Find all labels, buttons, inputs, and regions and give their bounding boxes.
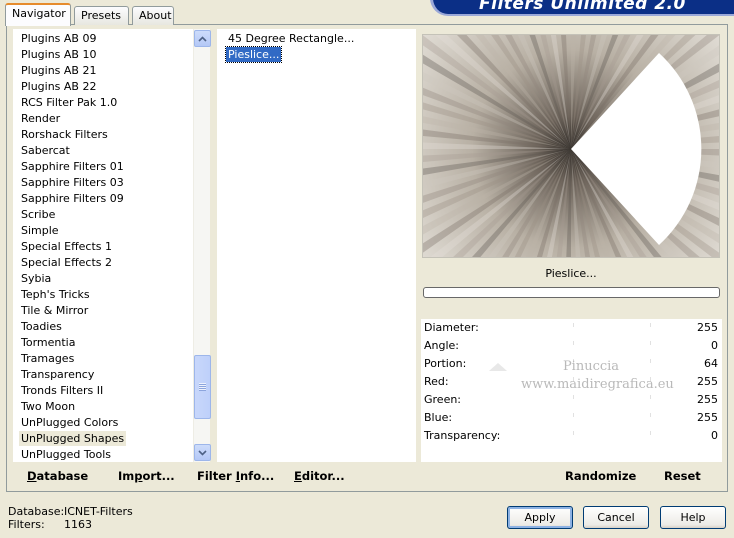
help-button[interactable]: Help [660,506,726,529]
filter-info-button[interactable]: Filter Info... [197,469,274,483]
filter-item[interactable]: 45 Degree Rectangle... [226,31,356,46]
app-banner: Filters Unlimited 2.0 [430,0,734,16]
import-button[interactable]: Import... [118,469,175,483]
grip-icon [199,383,206,391]
progress-bar [423,287,720,298]
category-item[interactable]: Plugins AB 22 [19,79,98,94]
category-item[interactable]: Rorshack Filters [19,127,110,142]
param-value[interactable]: 0 [711,337,718,355]
apply-button[interactable]: Apply [507,506,573,529]
scroll-thumb[interactable] [194,355,211,419]
param-value[interactable]: 64 [704,355,718,373]
param-label: Blue: [424,411,453,424]
category-item[interactable]: RCS Filter Pak 1.0 [19,95,119,110]
category-item[interactable]: UnPlugged Tools [19,447,113,462]
filters-label: Filters: [8,518,45,531]
category-item[interactable]: Sapphire Filters 03 [19,175,126,190]
param-row[interactable]: Diameter: 255 [421,319,722,337]
reset-button[interactable]: Reset [664,469,701,483]
parameter-panel: Transparency: 0 Blue: 255 Green: 255 Red: 255 Po… [421,319,722,462]
param-label: Transparency: [424,429,501,442]
category-item[interactable]: Scribe [19,207,57,222]
param-row[interactable]: Blue: 255 [421,409,722,427]
category-item[interactable]: Special Effects 2 [19,255,114,270]
category-item[interactable]: Special Effects 1 [19,239,114,254]
status-area: Database:ICNET-Filters Filters: 1163 [8,505,133,531]
preview-toolbar: Randomize Reset [421,462,722,490]
navigator-toolbar: Database Import... Filter Info... Editor… [13,462,416,490]
param-value[interactable]: 255 [697,409,718,427]
param-label: Portion: [424,357,467,370]
tab-navigator[interactable]: Navigator [5,3,71,26]
param-label: Angle: [424,339,460,352]
banner-title: Filters Unlimited 2.0 [479,0,686,14]
category-item[interactable]: Sapphire Filters 09 [19,191,126,206]
category-item[interactable]: Toadies [19,319,64,334]
database-button[interactable]: Database [27,469,88,483]
editor-button[interactable]: Editor... [294,469,345,483]
category-item[interactable]: Sapphire Filters 01 [19,159,126,174]
category-item[interactable]: Plugins AB 21 [19,63,98,78]
scroll-down-button[interactable] [194,444,211,461]
param-row[interactable]: Transparency: 0 [421,427,722,445]
slider-ticks [573,409,693,427]
preview-canvas [423,35,719,257]
randomize-button[interactable]: Randomize [565,469,636,483]
category-list[interactable]: Plugins AB 09 Plugins AB 10 Plugins AB 21 P… [13,29,210,462]
category-item[interactable]: Plugins AB 10 [19,47,98,62]
chevron-down-icon [198,449,207,456]
watermark-arrow-icon [489,363,507,371]
category-item[interactable]: Render [19,111,62,126]
param-value[interactable]: 255 [697,391,718,409]
tab-presets[interactable]: Presets [74,6,129,25]
cancel-button[interactable]: Cancel [583,506,649,529]
param-value[interactable]: 0 [711,427,718,445]
slider-ticks [573,427,693,445]
param-label: Red: [424,375,449,388]
category-item[interactable]: Plugins AB 09 [19,31,98,46]
category-item[interactable]: Tormentia [19,335,77,350]
watermark: Pinuccia www.maidiregrafica.eu [521,359,674,392]
filter-item[interactable]: Pieslice... [224,46,283,63]
category-item[interactable]: Tile & Mirror [19,303,90,318]
category-item[interactable]: Sabercat [19,143,72,158]
category-item[interactable]: Tramages [19,351,76,366]
tab-about[interactable]: About [132,6,174,25]
category-item[interactable]: Transparency [19,367,96,382]
chevron-up-icon [198,35,207,42]
filters-count: 1163 [64,518,92,531]
category-item[interactable]: Tronds Filters II [19,383,105,398]
param-value[interactable]: 255 [697,319,718,337]
slider-ticks [573,337,693,355]
preview-image [422,34,720,258]
selected-filter-label: Pieslice... [422,264,720,284]
param-value[interactable]: 255 [697,373,718,391]
database-label: Database: [8,505,65,518]
category-item[interactable]: Simple [19,223,61,238]
category-item[interactable]: Two Moon [19,399,77,414]
database-value: ICNET-Filters [64,505,133,518]
param-label: Green: [424,393,462,406]
slider-ticks [573,319,693,337]
param-row[interactable]: Angle: 0 [421,337,722,355]
param-label: Diameter: [424,321,479,334]
filter-list[interactable]: 45 Degree Rectangle... Pieslice... [217,29,416,462]
scroll-up-button[interactable] [194,30,211,47]
category-item[interactable]: Sybia [19,271,53,286]
category-item[interactable]: UnPlugged Shapes [19,431,127,446]
category-scrollbar[interactable] [193,29,211,462]
category-item[interactable]: Teph's Tricks [19,287,92,302]
category-item[interactable]: UnPlugged Colors [19,415,120,430]
